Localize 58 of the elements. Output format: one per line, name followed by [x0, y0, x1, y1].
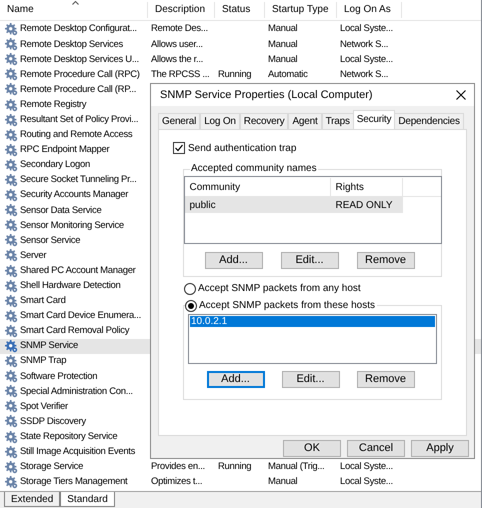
table-cell: Network S... — [340, 38, 388, 52]
table-cell: Local Syste... — [340, 460, 393, 474]
table-cell-text: Remote Registry — [20, 98, 86, 112]
table-cell: Sensor Monitoring Service — [20, 218, 124, 233]
table-cell-text: Smart Card Removal Policy — [20, 324, 130, 338]
table-cell: Storage Tiers Management — [20, 475, 128, 490]
table-cell-text: SSDP Discovery — [20, 414, 86, 429]
table-cell-text: Manual — [268, 22, 298, 36]
radio-label: Accept SNMP packets from any host — [198, 282, 361, 296]
table-cell-text: Security Accounts Manager — [20, 188, 128, 202]
table-cell: The RPCSS ... — [151, 68, 210, 82]
window-title: SNMP Service Properties (Local Computer) — [160, 88, 373, 103]
table-cell-text: State Repository Service — [20, 430, 118, 444]
table-cell-text: Remote Desktop Configurat... — [20, 22, 137, 36]
table-cell: Smart Card Device Enumera... — [20, 309, 141, 324]
table-cell: Manual — [268, 52, 298, 67]
table-cell: Running — [218, 68, 252, 82]
table-cell: Manual — [268, 38, 298, 52]
table-cell: Running — [218, 460, 252, 474]
table-cell-text: Remote Procedure Call (RP... — [20, 82, 136, 97]
table-cell-text: Remote Des... — [151, 22, 208, 36]
table-cell: Remote Desktop Services U... — [20, 52, 139, 67]
table-cell: Network S... — [340, 68, 388, 82]
table-cell-text: public — [188, 198, 217, 212]
table-cell: Smart Card — [20, 294, 66, 308]
table-cell-text: SNMP Service — [20, 339, 78, 354]
table-cell: Optimizes t... — [151, 475, 202, 490]
table-cell: Allows user... — [151, 38, 203, 52]
table-cell-text: Server — [20, 248, 46, 263]
table-cell: RPC Endpoint Mapper — [20, 143, 110, 158]
table-cell-text: SNMP Trap — [20, 354, 66, 368]
table-cell: Routing and Remote Access — [20, 128, 132, 142]
table-cell: Special Administration Con... — [20, 384, 133, 399]
table-cell: Automatic — [268, 68, 308, 82]
table-cell-text: READ ONLY — [334, 198, 393, 212]
checkbox-label: Send authentication trap — [188, 142, 296, 156]
table-cell-text: Spot Verifier — [20, 400, 68, 414]
table-cell: Remote Desktop Services — [20, 38, 123, 52]
table-cell: Sensor Data Service — [20, 204, 102, 218]
table-cell: Sensor Service — [20, 234, 80, 248]
table-cell: Local Syste... — [340, 52, 393, 67]
table-cell: Remote Procedure Call (RPC) — [20, 68, 140, 82]
table-cell: Software Protection — [20, 370, 98, 384]
table-cell: Shell Hardware Detection — [20, 279, 121, 294]
table-cell: Storage Service — [20, 460, 84, 474]
table-cell: Provides en... — [151, 460, 205, 474]
group-title: Accepted community names — [190, 162, 318, 176]
table-cell-text: Resultant Set of Policy Provi... — [20, 112, 138, 127]
table-cell: Still Image Acquisition Events — [20, 445, 136, 460]
table-cell: Manual — [268, 475, 298, 490]
table-cell-text: Secure Socket Tunneling Pr... — [20, 173, 136, 188]
table-cell: Local Syste... — [340, 475, 393, 490]
table-cell-text: Local Syste... — [340, 22, 393, 36]
table-cell-text: Shared PC Account Manager — [20, 264, 136, 278]
table-cell: Manual (Trig... — [268, 460, 324, 474]
table-cell-text: Secondary Logon — [20, 158, 90, 172]
table-cell: Allows the r... — [151, 52, 203, 67]
radio-label: Accept SNMP packets from these hosts — [199, 299, 376, 313]
